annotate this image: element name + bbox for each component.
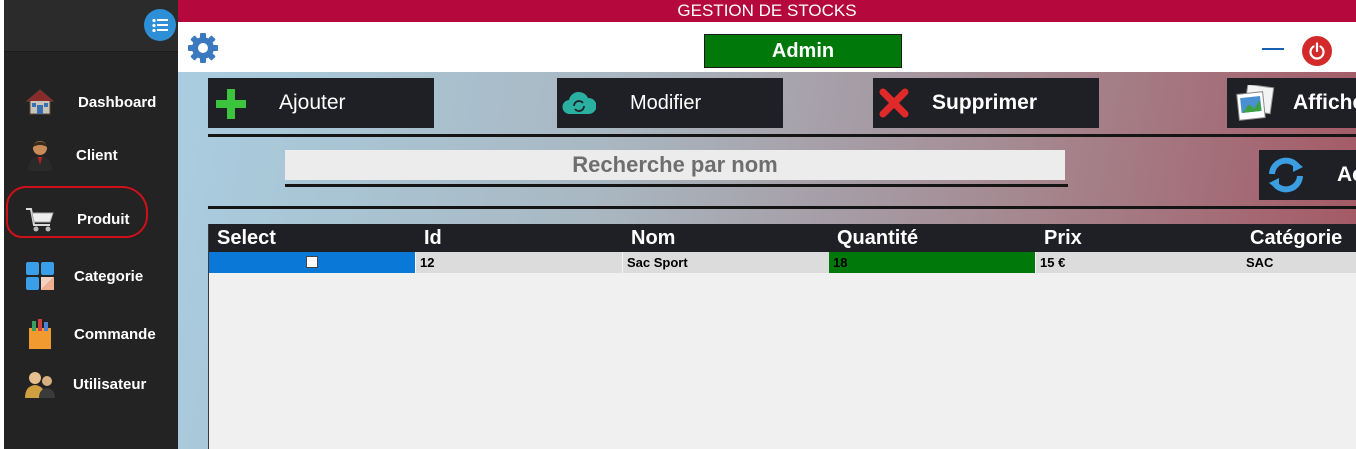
table-header: Select Id Nom Quantité Prix Catégorie xyxy=(209,224,1356,252)
house-icon xyxy=(24,86,56,118)
sidebar-item-label: Client xyxy=(76,146,118,164)
cloud-sync-icon xyxy=(562,91,597,120)
sidebar-item-label: Dashboard xyxy=(78,93,157,111)
cell-prix: 15 € xyxy=(1036,252,1243,273)
user-badge: Admin xyxy=(704,34,902,68)
sidebar-item-label: Produit xyxy=(77,210,130,228)
search-underline xyxy=(285,184,1068,187)
table-row[interactable]: 12 Sac Sport 18 15 € SAC xyxy=(209,252,1356,273)
users-icon xyxy=(24,368,56,400)
sidebar-item-commande[interactable]: Commande xyxy=(4,314,178,354)
edit-button[interactable]: Modifier xyxy=(557,78,783,128)
sidebar-item-client[interactable]: Client xyxy=(4,135,178,175)
show-button[interactable]: Afficher xyxy=(1227,78,1356,128)
photo-icon xyxy=(1235,83,1275,128)
gear-icon[interactable] xyxy=(188,33,218,63)
column-header-nom[interactable]: Nom xyxy=(623,224,830,252)
sidebar-item-utilisateur[interactable]: Utilisateur xyxy=(4,364,178,404)
sidebar-header xyxy=(4,0,178,52)
sidebar-item-categorie[interactable]: Categorie xyxy=(4,256,178,296)
sidebar-item-produit[interactable]: Produit xyxy=(4,199,178,239)
sidebar-item-label: Commande xyxy=(74,325,156,343)
refresh-button[interactable]: Actualiser xyxy=(1259,150,1356,200)
app-title: GESTION DE STOCKS xyxy=(178,0,1356,22)
refresh-icon xyxy=(1267,157,1305,198)
menu-list-icon[interactable] xyxy=(144,9,176,41)
power-icon[interactable] xyxy=(1302,36,1332,66)
cell-quantite: 18 xyxy=(829,252,1036,273)
delete-button-label: Supprimer xyxy=(932,91,1038,114)
category-tiles-icon xyxy=(24,260,56,292)
search-input[interactable] xyxy=(285,150,1065,180)
show-button-label: Afficher xyxy=(1293,91,1356,114)
plus-icon xyxy=(216,89,246,124)
sidebar-item-label: Utilisateur xyxy=(73,375,147,393)
cell-categorie: SAC xyxy=(1242,252,1356,273)
shopping-cart-icon xyxy=(24,203,56,235)
divider xyxy=(208,206,1356,209)
person-icon xyxy=(24,139,56,171)
divider xyxy=(208,134,1356,137)
cell-nom: Sac Sport xyxy=(623,252,830,273)
row-checkbox[interactable] xyxy=(306,256,318,268)
add-button-label: Ajouter xyxy=(279,91,346,114)
minimize-icon[interactable] xyxy=(1262,48,1284,50)
cell-id: 12 xyxy=(416,252,623,273)
header: Admin xyxy=(178,22,1356,72)
select-cell[interactable] xyxy=(209,252,416,273)
add-button[interactable]: Ajouter xyxy=(208,78,434,128)
column-header-categorie[interactable]: Catégorie xyxy=(1242,224,1356,252)
refresh-button-label: Actualiser xyxy=(1337,163,1356,186)
shopping-bag-icon xyxy=(24,318,56,350)
main-content: Ajouter Modifier Supprimer Affich Recher… xyxy=(178,72,1356,449)
app-window: Dashboard Client Produit Categorie Comma… xyxy=(0,0,1356,449)
products-table: Select Id Nom Quantité Prix Catégorie 12… xyxy=(208,224,1356,449)
column-header-select[interactable]: Select xyxy=(209,224,416,252)
sidebar: Dashboard Client Produit Categorie Comma… xyxy=(4,0,178,449)
sidebar-item-label: Categorie xyxy=(74,267,144,285)
column-header-prix[interactable]: Prix xyxy=(1036,224,1243,252)
column-header-id[interactable]: Id xyxy=(416,224,623,252)
red-cross-icon xyxy=(879,88,909,123)
delete-button[interactable]: Supprimer xyxy=(873,78,1099,128)
edit-button-label: Modifier xyxy=(630,91,702,114)
sidebar-item-dashboard[interactable]: Dashboard xyxy=(4,82,178,122)
column-header-quantite[interactable]: Quantité xyxy=(829,224,1036,252)
